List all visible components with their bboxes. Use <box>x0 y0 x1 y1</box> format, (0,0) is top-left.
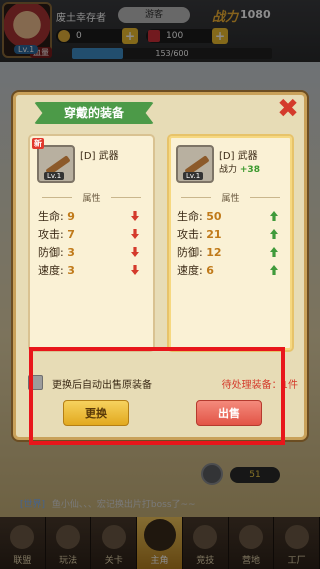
item-name: [D] 武器 <box>80 151 119 162</box>
candidate-item-card: Lv.1 [D] 武器 战力 +38 属性 生命: 50 攻击: 21 防御: … <box>167 134 294 352</box>
attr-hp: 生命: 9 <box>38 208 145 226</box>
item-level: Lv.1 <box>183 172 204 180</box>
equipment-dialog: 穿戴的装备 ✖ 新 Lv.1 [D] 武器 属性 生命: 9 攻击: 7 防御:… <box>13 92 307 440</box>
attr-hp: 生命: 50 <box>177 208 284 226</box>
attr-label: 防御: <box>38 246 64 259</box>
auto-sell-checkbox[interactable] <box>28 375 43 390</box>
attr-title: 属性 <box>177 191 284 204</box>
attr-defense: 防御: 12 <box>177 244 284 262</box>
sell-button[interactable]: 出售 <box>196 400 262 426</box>
replace-button[interactable]: 更换 <box>63 400 129 426</box>
attr-value: 7 <box>67 228 75 241</box>
arrow-down-icon <box>131 211 139 221</box>
attr-label: 攻击: <box>177 228 203 241</box>
dialog-title: 穿戴的装备 <box>34 102 154 124</box>
arrow-down-icon <box>131 229 139 239</box>
attr-title: 属性 <box>38 191 145 204</box>
attr-speed: 速度: 6 <box>177 262 284 280</box>
arrow-down-icon <box>131 265 139 275</box>
attr-value: 12 <box>206 246 222 259</box>
arrow-up-icon <box>270 211 278 221</box>
item-level: Lv.1 <box>44 172 65 180</box>
attr-value: 21 <box>206 228 222 241</box>
auto-sell-label: 更换后自动出售原装备 <box>52 380 152 391</box>
attr-speed: 速度: 3 <box>38 262 145 280</box>
new-tag: 新 <box>32 138 44 149</box>
arrow-up-icon <box>270 265 278 275</box>
pending-equipment-label: 待处理装备：1件 <box>221 380 298 391</box>
equipped-item-card: 新 Lv.1 [D] 武器 属性 生命: 9 攻击: 7 防御: 3 速度: 3 <box>28 134 155 352</box>
attr-label: 生命: <box>177 210 203 223</box>
attr-value: 50 <box>206 210 222 223</box>
attr-label: 攻击: <box>38 228 64 241</box>
arrow-up-icon <box>270 229 278 239</box>
arrow-up-icon <box>270 247 278 257</box>
weapon-icon[interactable]: Lv.1 <box>37 145 75 183</box>
attr-label: 速度: <box>177 264 203 277</box>
attr-label: 防御: <box>177 246 203 259</box>
attr-value: 3 <box>67 246 75 259</box>
arrow-down-icon <box>131 247 139 257</box>
attr-attack: 攻击: 21 <box>177 226 284 244</box>
attr-list: 生命: 9 攻击: 7 防御: 3 速度: 3 <box>38 208 145 280</box>
attr-defense: 防御: 3 <box>38 244 145 262</box>
auto-sell-row: 更换后自动出售原装备 待处理装备：1件 <box>28 375 298 391</box>
power-delta: +38 <box>239 165 260 175</box>
attr-value: 6 <box>206 264 214 277</box>
item-power: 战力 +38 <box>219 162 260 175</box>
power-label: 战力 <box>219 165 238 175</box>
attr-label: 速度: <box>38 264 64 277</box>
attr-attack: 攻击: 7 <box>38 226 145 244</box>
attr-label: 生命: <box>38 210 64 223</box>
attr-value: 3 <box>67 264 75 277</box>
attr-list: 生命: 50 攻击: 21 防御: 12 速度: 6 <box>177 208 284 280</box>
attr-value: 9 <box>67 210 75 223</box>
item-name: [D] 武器 <box>219 151 258 162</box>
close-button[interactable]: ✖ <box>275 96 301 122</box>
weapon-icon[interactable]: Lv.1 <box>176 145 214 183</box>
